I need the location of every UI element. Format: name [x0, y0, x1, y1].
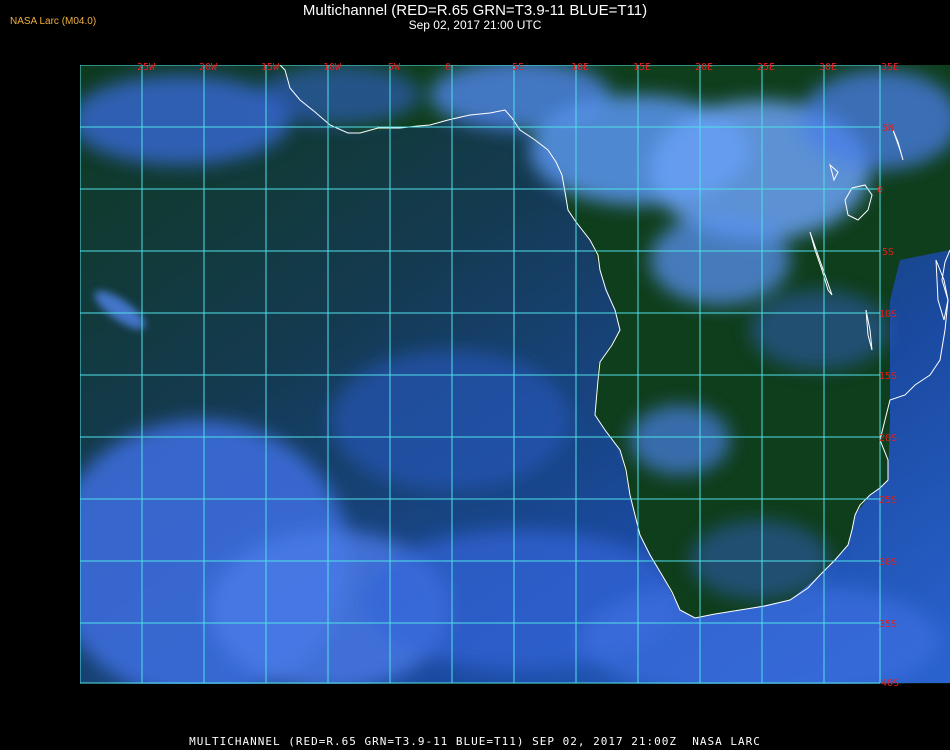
lat-label: 5N: [882, 123, 894, 134]
lat-label: 20S: [879, 433, 897, 444]
lat-label: 0: [877, 185, 883, 196]
lon-label: 15W: [261, 62, 280, 73]
lon-label: 10E: [571, 62, 589, 73]
lon-label: 30E: [819, 62, 837, 73]
lat-label: 30S: [879, 557, 897, 568]
lon-label: 5W: [388, 62, 401, 73]
lon-label: 20E: [695, 62, 713, 73]
lon-label: 25W: [137, 62, 156, 73]
lon-label: 25E: [757, 62, 775, 73]
lat-label: 15S: [879, 371, 897, 382]
lon-label: 15E: [633, 62, 651, 73]
footer-caption: MULTICHANNEL (RED=R.65 GRN=T3.9-11 BLUE=…: [189, 735, 761, 748]
lat-label: 5S: [882, 247, 894, 258]
lon-label: 5E: [512, 62, 524, 73]
lon-label: 0: [445, 62, 451, 73]
lat-label: 10S: [879, 309, 897, 320]
lat-label: 25S: [879, 495, 897, 506]
lon-label: 10W: [323, 62, 342, 73]
lon-label: 35E: [881, 62, 899, 73]
lat-label: 35S: [879, 619, 897, 630]
lower-margin: [80, 684, 950, 727]
lon-label: 20W: [199, 62, 218, 73]
satellite-map: 25W 20W 15W 10W 5W 0 5E 10E 15E 20E 25E …: [80, 62, 950, 727]
lat-label: 40S: [881, 678, 899, 689]
